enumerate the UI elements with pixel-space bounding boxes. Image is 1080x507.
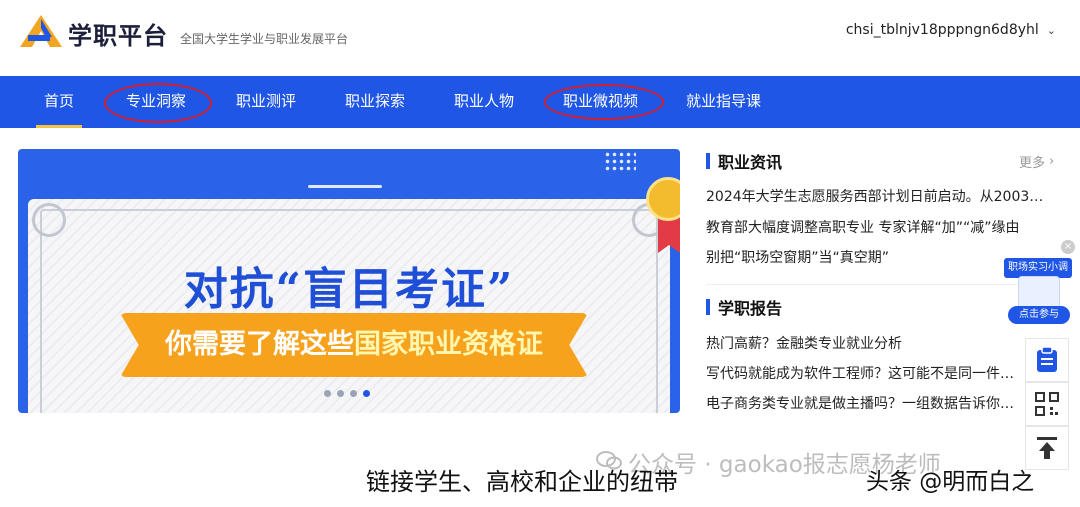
- carousel-dot-active[interactable]: [363, 390, 370, 397]
- carousel-dot[interactable]: [350, 390, 357, 397]
- nav-item-career-people[interactable]: 职业人物: [454, 76, 514, 128]
- nav-item-employment-guide[interactable]: 就业指导课: [686, 76, 761, 128]
- back-to-top-icon: [1037, 437, 1057, 459]
- survey-label: 职场实习小调查: [1004, 258, 1072, 293]
- nav-item-career-videos[interactable]: 职业微视频: [563, 76, 638, 128]
- carousel-dot[interactable]: [337, 390, 344, 397]
- user-menu[interactable]: chsi_tblnjv18pppngn6d8yhl ⌄: [846, 22, 1056, 38]
- username: chsi_tblnjv18pppngn6d8yhl: [845, 22, 1039, 38]
- news-section-header: 职业资讯: [706, 151, 783, 172]
- report-item[interactable]: 电子商务类专业就是做主播吗？一组数据告诉你发展: [706, 393, 1026, 413]
- nav-item-major-insight[interactable]: 专业洞察: [126, 76, 186, 128]
- carousel-dot[interactable]: [324, 390, 331, 397]
- banner-subtitle: 你需要了解这些国家职业资格证: [120, 313, 588, 377]
- chevron-right-icon: ›: [1049, 154, 1055, 169]
- nav-item-career-assessment[interactable]: 职业测评: [236, 76, 296, 128]
- survey-widget[interactable]: 职场实习小调查 点击参与: [1004, 258, 1074, 324]
- report-section-title: 学职报告: [718, 299, 783, 318]
- nav-item-home[interactable]: 首页: [35, 76, 83, 128]
- video-caption: 链接学生、高校和企业的纽带: [366, 468, 678, 496]
- logo-mark-icon[interactable]: [20, 15, 62, 47]
- qr-code-button[interactable]: [1025, 382, 1069, 426]
- more-link[interactable]: 更多 ›: [1019, 152, 1054, 171]
- banner-top-bar: [308, 185, 382, 188]
- nav-item-career-explore[interactable]: 职业探索: [345, 76, 405, 128]
- report-item[interactable]: 热门高薪？金融类专业就业分析: [706, 333, 1026, 353]
- ornament-icon: [32, 203, 66, 237]
- chevron-down-icon: ⌄: [1046, 23, 1056, 37]
- section-marker: [706, 153, 710, 169]
- news-item[interactable]: 别把“职场空窗期”当“真空期”: [706, 247, 1052, 267]
- survey-join-button[interactable]: 点击参与: [1008, 306, 1070, 324]
- carousel-indicators: [324, 390, 370, 397]
- news-section-title: 职业资讯: [718, 153, 783, 172]
- qr-code-icon: [1035, 392, 1059, 416]
- dot-grid-decoration: [604, 151, 636, 173]
- top-header: 学职平台 全国大学生学业与职业发展平台 chsi_tblnjv18pppngn6…: [0, 0, 1080, 76]
- main-nav: 首页 专业洞察 职业测评 职业探索 职业人物 职业微视频 就业指导课: [0, 76, 1080, 128]
- banner-title: 对抗“盲目考证”: [183, 264, 515, 315]
- logo-text[interactable]: 学职平台: [68, 16, 168, 51]
- banner-subtitle-prefix: 你需要了解这些: [165, 329, 354, 360]
- clipboard-icon: [1037, 347, 1057, 372]
- news-item[interactable]: 2024年大学生志愿服务西部计划日前启动。从2003年...: [706, 186, 1052, 206]
- clipboard-button[interactable]: [1025, 338, 1069, 382]
- banner-carousel[interactable]: 对抗“盲目考证” 你需要了解这些国家职业资格证: [18, 149, 680, 413]
- news-item[interactable]: 教育部大幅度调整高职专业 专家详解“加”“减”缘由: [706, 217, 1052, 237]
- more-label: 更多: [1019, 156, 1046, 171]
- report-section-header: 学职报告: [706, 297, 783, 318]
- close-icon[interactable]: ×: [1061, 240, 1075, 254]
- report-item[interactable]: 写代码就能成为软件工程师？这可能不是同一件事！: [706, 363, 1026, 383]
- banner-subtitle-highlight: 国家职业资格证: [354, 329, 543, 360]
- source-watermark: 头条 @明而白之: [866, 469, 1035, 495]
- logo-subtitle: 全国大学生学业与职业发展平台: [180, 32, 349, 46]
- section-marker: [706, 299, 710, 315]
